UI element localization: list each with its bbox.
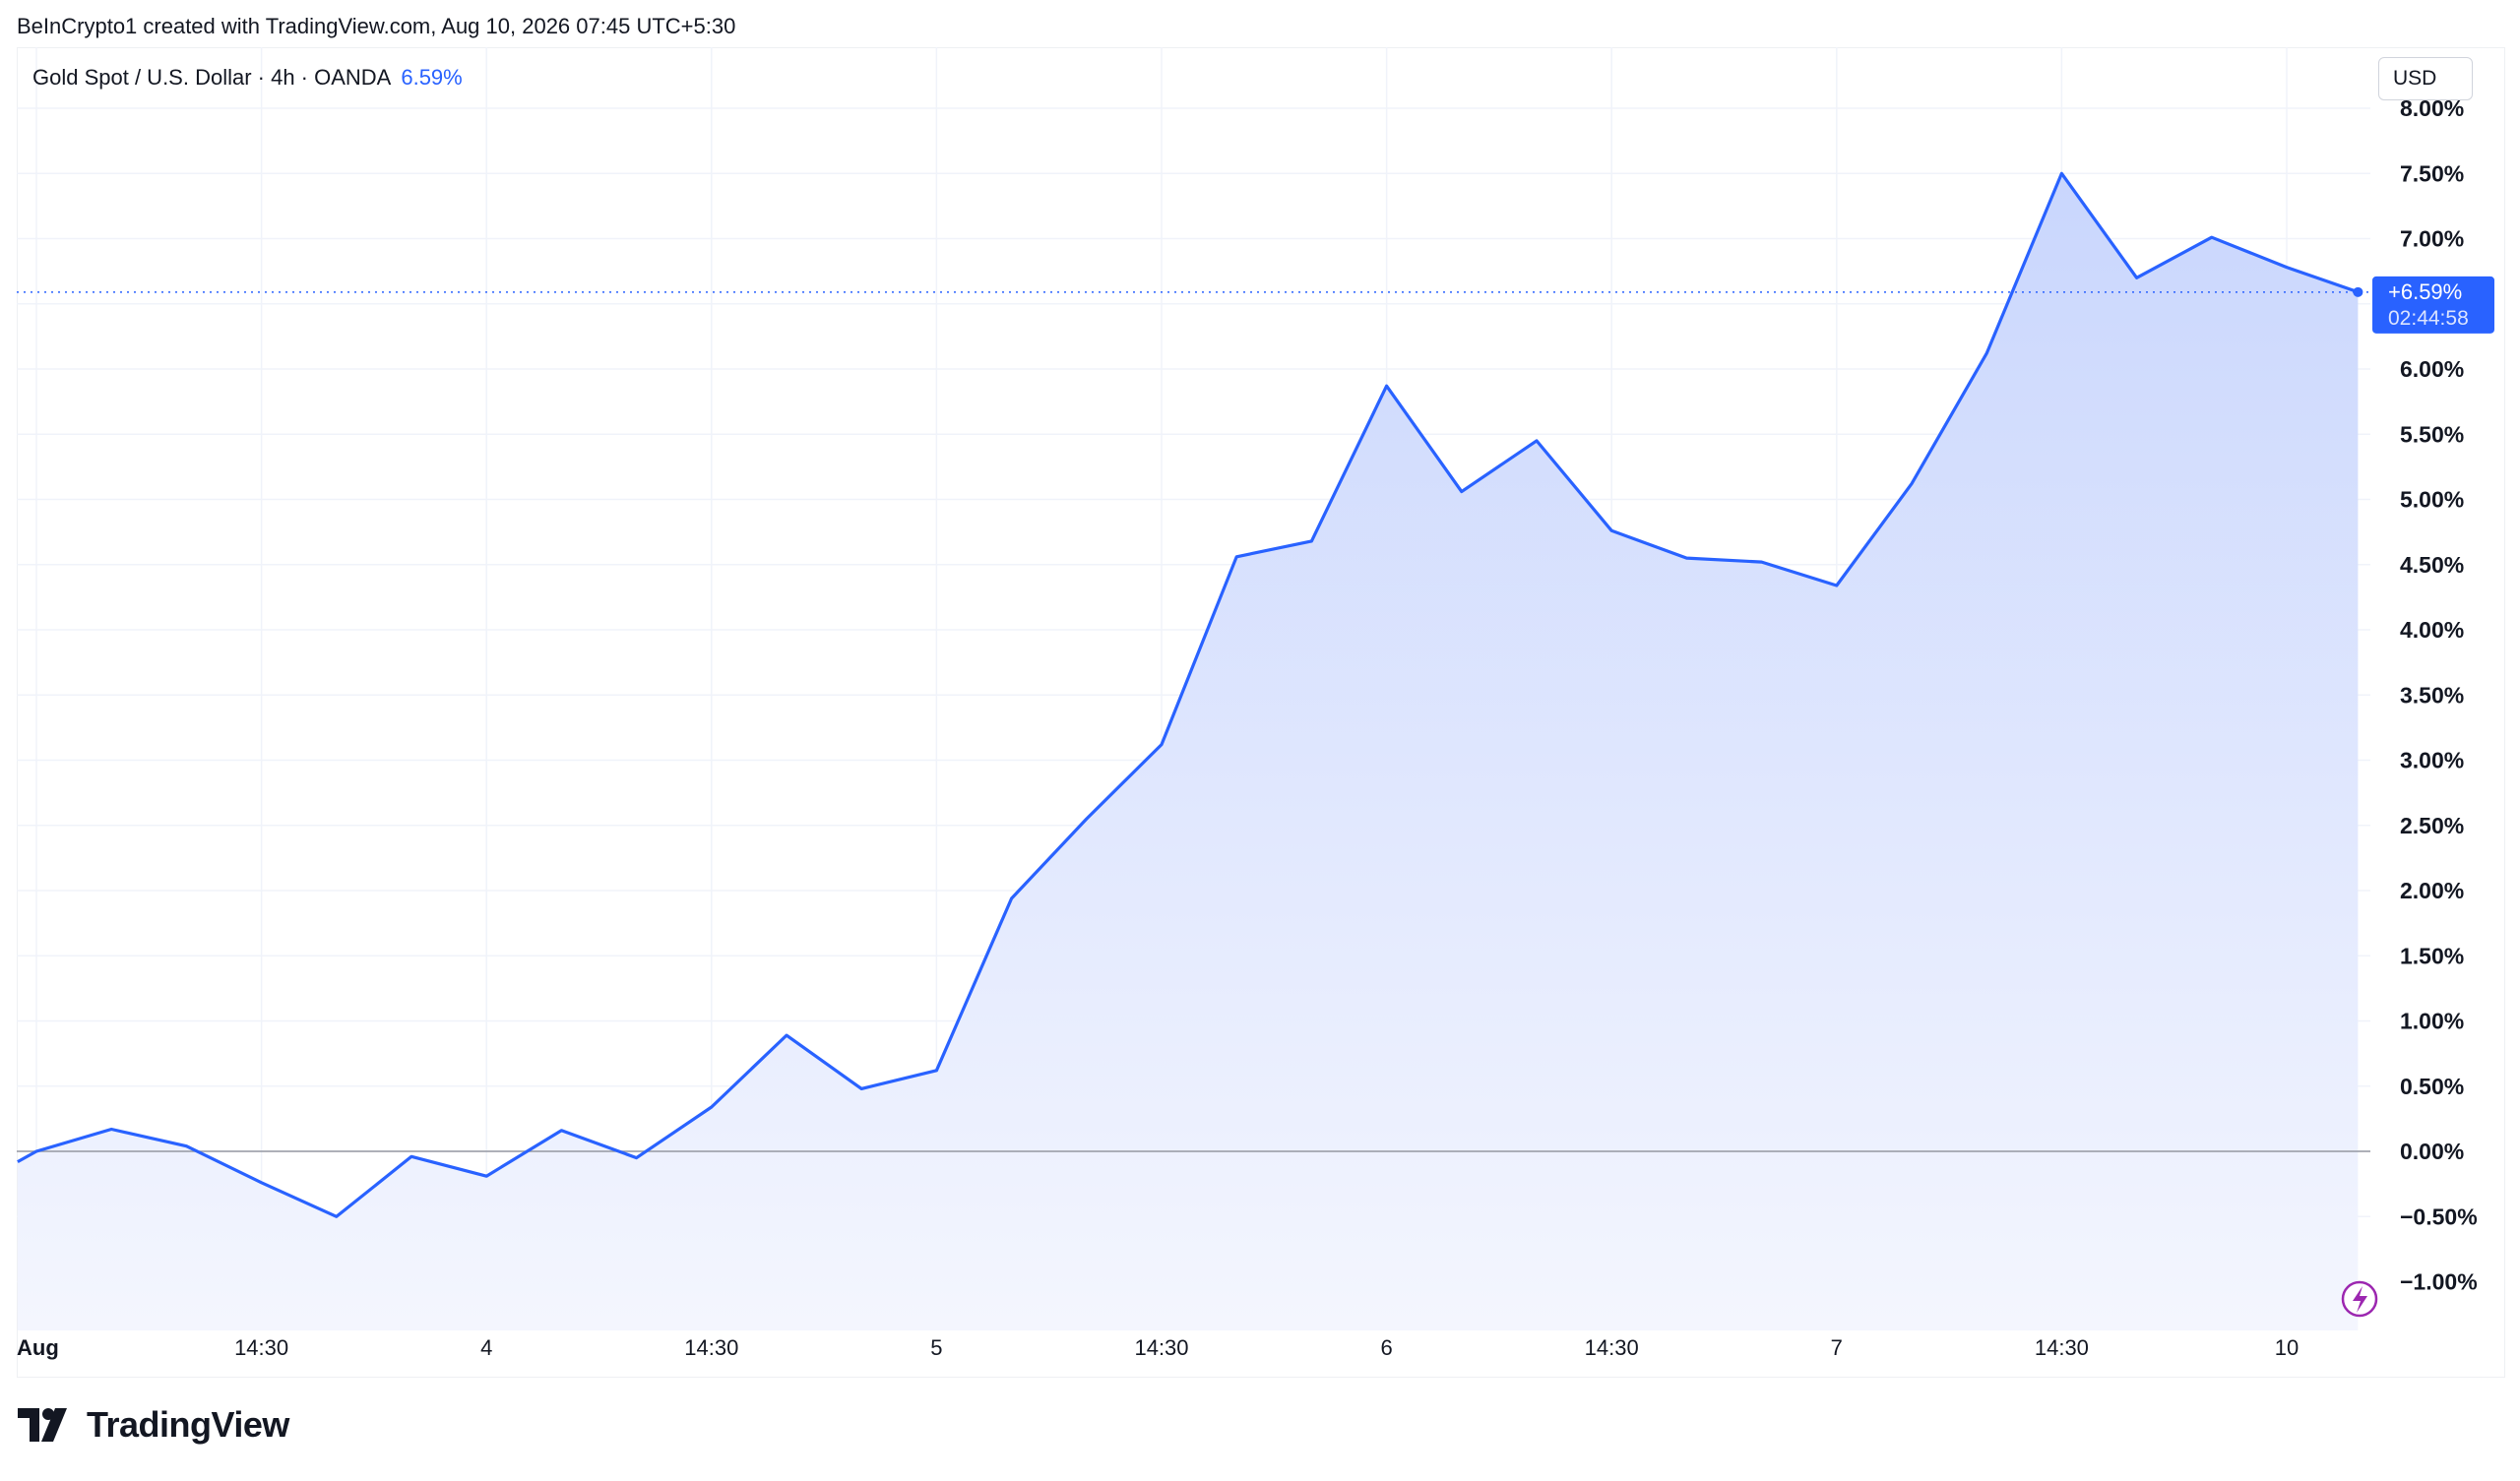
x-tick-label: 14:30 <box>1585 1335 1639 1360</box>
chart-legend: Gold Spot / U.S. Dollar · 4h · OANDA 6.59… <box>32 65 463 91</box>
y-tick-label: 3.50% <box>2400 682 2464 708</box>
change-percent: 6.59% <box>401 65 463 90</box>
y-tick-label: 0.50% <box>2400 1074 2464 1099</box>
tradingview-brand[interactable]: TradingView <box>18 1403 289 1447</box>
x-tick-label: 7 <box>1831 1335 1843 1360</box>
y-tick-label: 5.00% <box>2400 487 2464 513</box>
y-tick-label: −0.50% <box>2400 1203 2478 1229</box>
x-tick-label: 14:30 <box>684 1335 738 1360</box>
y-tick-label: 5.50% <box>2400 421 2464 447</box>
y-tick-label: −1.00% <box>2400 1269 2478 1295</box>
y-tick-label: 3.00% <box>2400 748 2464 773</box>
area-layer <box>17 171 2370 1330</box>
x-tick-label: 6 <box>1380 1335 1392 1360</box>
y-tick-label: 0.00% <box>2400 1139 2464 1164</box>
lightning-icon[interactable] <box>2341 1280 2378 1318</box>
x-tick-label: Aug <box>17 1335 59 1360</box>
x-tick-label: 4 <box>480 1335 492 1360</box>
y-tick-label: 1.00% <box>2400 1009 2464 1034</box>
x-tick-label: 14:30 <box>2035 1335 2089 1360</box>
y-tick-label: 4.50% <box>2400 552 2464 578</box>
brand-name: TradingView <box>87 1404 289 1445</box>
last-price-dot <box>2353 286 2363 297</box>
y-tick-label: 4.00% <box>2400 617 2464 643</box>
price-tag-countdown: 02:44:58 <box>2388 307 2469 330</box>
last-price-tag: +6.59% 02:44:58 <box>2372 276 2494 334</box>
tradingview-logo-icon <box>18 1408 67 1442</box>
x-tick-label: 5 <box>930 1335 942 1360</box>
x-tick-label: 10 <box>2275 1335 2299 1360</box>
y-tick-label: 7.50% <box>2400 160 2464 186</box>
y-tick-label: 2.50% <box>2400 813 2464 838</box>
y-axis: 8.00%7.50%7.00%6.50%6.00%5.50%5.00%4.50%… <box>2400 95 2478 1295</box>
chart-canvas: 8.00%7.50%7.00%6.50%6.00%5.50%5.00%4.50%… <box>17 47 2494 1360</box>
y-tick-label: 6.00% <box>2400 356 2464 382</box>
currency-button[interactable]: USD <box>2378 57 2473 100</box>
x-tick-label: 14:30 <box>1134 1335 1188 1360</box>
y-tick-label: 2.00% <box>2400 878 2464 903</box>
price-tag-value: +6.59% <box>2388 279 2462 304</box>
y-tick-label: 7.00% <box>2400 226 2464 252</box>
x-axis: Aug 14:30 4 14:30 5 14:30 6 14:30 7 14:30 10 <box>17 1335 2299 1360</box>
symbol-label[interactable]: Gold Spot / U.S. Dollar · 4h · OANDA <box>32 65 391 90</box>
y-tick-label: 1.50% <box>2400 943 2464 968</box>
x-tick-label: 14:30 <box>234 1335 288 1360</box>
area-fill <box>17 173 2359 1330</box>
